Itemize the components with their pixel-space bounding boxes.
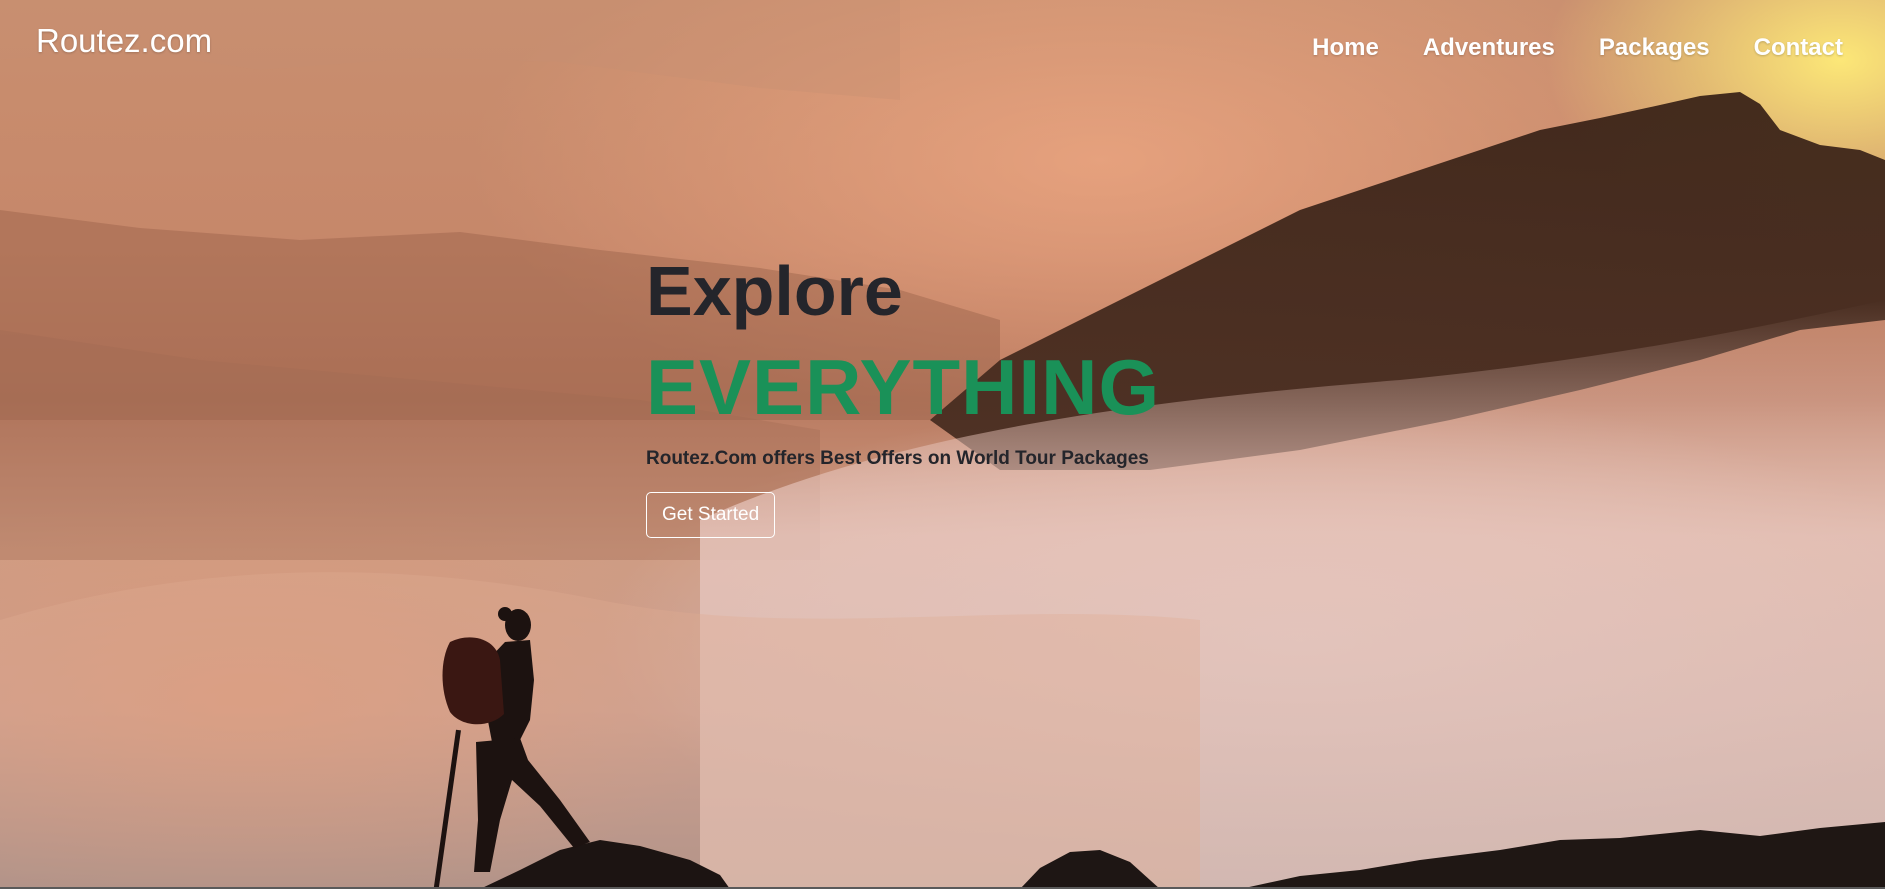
main-nav: Home Adventures Packages Contact xyxy=(1268,34,1843,62)
nav-packages-link[interactable]: Packages xyxy=(1599,34,1710,62)
get-started-button[interactable]: Get Started xyxy=(646,492,776,538)
hero-highlight: EVERYTHING xyxy=(646,343,1161,431)
nav-home-link[interactable]: Home xyxy=(1312,34,1379,62)
brand-logo-link[interactable]: Routez.com xyxy=(36,22,212,60)
hero-section: Routez.com Home Adventures Packages Cont… xyxy=(0,0,1885,889)
hero-subtitle: Routez.Com offers Best Offers on World T… xyxy=(646,448,1149,469)
hero-title: Explore xyxy=(646,252,903,330)
nav-contact-link[interactable]: Contact xyxy=(1754,34,1843,62)
hero-content: Explore EVERYTHING Routez.Com offers Bes… xyxy=(646,252,1160,538)
nav-adventures-link[interactable]: Adventures xyxy=(1423,34,1555,62)
